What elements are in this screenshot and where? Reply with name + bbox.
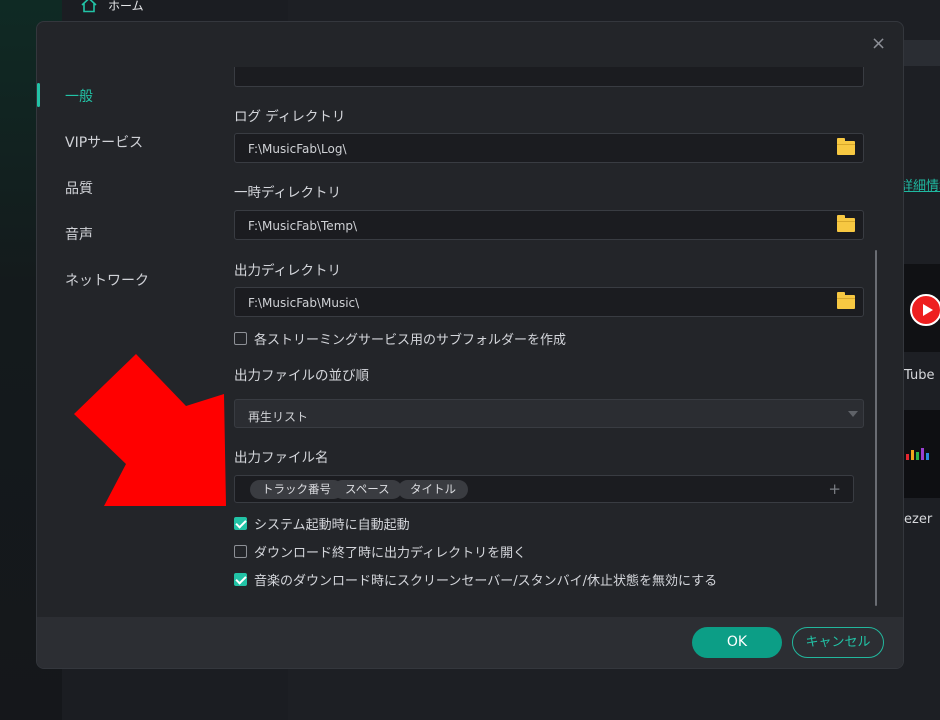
temp-dir-value: F:\MusicFab\Temp\ <box>248 219 358 233</box>
tab-general[interactable]: 一般 <box>65 86 93 106</box>
deezer-icon <box>906 448 929 460</box>
autostart-checkbox-row[interactable]: システム起動時に自動起動 <box>234 514 410 533</box>
autostart-checkbox[interactable] <box>234 517 247 530</box>
output-filename-label: 出力ファイル名 <box>234 450 329 466</box>
disable-sleep-checkbox[interactable] <box>234 573 247 586</box>
filename-tag-title[interactable]: タイトル <box>398 480 468 499</box>
ok-button[interactable]: OK <box>692 627 782 658</box>
sort-order-select[interactable]: 再生リスト <box>234 399 864 428</box>
add-tag-icon[interactable]: + <box>828 480 841 498</box>
tab-network[interactable]: ネットワーク <box>65 270 149 290</box>
output-dir-input[interactable]: F:\MusicFab\Music\ <box>234 287 864 317</box>
folder-icon[interactable] <box>837 292 855 309</box>
sort-order-value: 再生リスト <box>248 410 309 424</box>
subfolder-checkbox-row[interactable]: 各ストリーミングサービス用のサブフォルダーを作成 <box>234 329 566 348</box>
content-scrollbar[interactable] <box>875 250 877 606</box>
autostart-checkbox-label: システム起動時に自動起動 <box>254 518 410 533</box>
previous-field[interactable] <box>234 67 864 87</box>
log-dir-input[interactable]: F:\MusicFab\Log\ <box>234 133 864 163</box>
dialog-footer: OK キャンセル <box>37 617 903 668</box>
disable-sleep-checkbox-label: 音楽のダウンロード時にスクリーンセーバー/スタンバイ/休止状態を無効にする <box>254 574 718 589</box>
sort-order-label: 出力ファイルの並び順 <box>234 368 369 384</box>
tab-audio[interactable]: 音声 <box>65 224 93 244</box>
open-folder-checkbox-row[interactable]: ダウンロード終了時に出力ディレクトリを開く <box>234 542 526 561</box>
output-filename-field[interactable]: トラック番号 スペース タイトル + <box>234 475 854 503</box>
output-dir-value: F:\MusicFab\Music\ <box>248 296 360 310</box>
log-dir-label: ログ ディレクトリ <box>234 109 346 125</box>
chevron-down-icon <box>848 411 858 417</box>
open-folder-checkbox[interactable] <box>234 545 247 558</box>
filename-tag-track-number[interactable]: トラック番号 <box>250 480 343 499</box>
nav-item-home-label: ホーム <box>108 0 144 13</box>
subfolder-checkbox-label: 各ストリーミングサービス用のサブフォルダーを作成 <box>254 333 567 348</box>
active-tab-indicator <box>37 83 40 107</box>
folder-icon[interactable] <box>837 215 855 232</box>
settings-dialog: × 一般 VIPサービス 品質 音声 ネットワーク ログ ディレクトリ F:\M… <box>36 21 904 669</box>
background-toolbar-strip <box>904 40 940 66</box>
output-dir-label: 出力ディレクトリ <box>234 263 342 279</box>
nav-item-home[interactable]: ホーム <box>80 0 144 14</box>
temp-dir-label: 一時ディレクトリ <box>234 185 342 201</box>
open-folder-checkbox-label: ダウンロード終了時に出力ディレクトリを開く <box>254 546 527 561</box>
log-dir-value: F:\MusicFab\Log\ <box>248 142 347 156</box>
service-card-deezer-label: ezer <box>904 512 933 527</box>
service-card-youtube-label: Tube <box>904 368 935 383</box>
folder-icon[interactable] <box>837 138 855 155</box>
cancel-button[interactable]: キャンセル <box>792 627 884 658</box>
disable-sleep-checkbox-row[interactable]: 音楽のダウンロード時にスクリーンセーバー/スタンバイ/休止状態を無効にする <box>234 570 717 589</box>
subfolder-checkbox[interactable] <box>234 332 247 345</box>
background-details-link[interactable]: 詳細情報 <box>900 175 940 194</box>
annotation-arrow-icon <box>74 354 226 506</box>
home-icon <box>81 0 97 13</box>
filename-tag-space[interactable]: スペース <box>333 480 402 499</box>
tab-quality[interactable]: 品質 <box>65 178 93 198</box>
tab-vip-service[interactable]: VIPサービス <box>65 132 143 152</box>
youtube-icon <box>910 294 940 326</box>
temp-dir-input[interactable]: F:\MusicFab\Temp\ <box>234 210 864 240</box>
settings-content: ログ ディレクトリ F:\MusicFab\Log\ 一時ディレクトリ F:\M… <box>234 22 874 617</box>
